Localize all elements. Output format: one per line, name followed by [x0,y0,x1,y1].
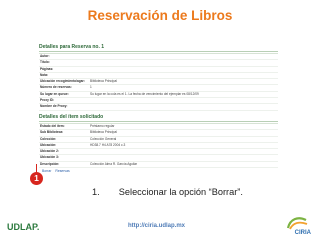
instruction-number: 1. [92,187,100,197]
instruction: 1. Seleccionar la opción “Borrar”. [92,187,243,197]
detail-row: Descripción: Colección Alma R. García Agu… [39,162,278,169]
footer: UDLAP. http://ciria.udlap.mx CIRIA [0,217,320,240]
reservation-details-table: Autor: Título: Páginas: Nota: Ubicación … [39,53,278,111]
step-marker: 1 [30,172,43,185]
section-divider [39,51,278,52]
item-details-table: Estado del ítem: Préstamo regular Sub Bib… [39,123,278,169]
action-links: Borrar Reservas [42,169,73,173]
udlap-logo: UDLAP. [7,222,40,232]
reservations-link[interactable]: Reservas [55,169,69,173]
item-details-title: Detalles del ítem solicitado [39,114,104,120]
catalog-screenshot: Detalles para Reserva no. 1 Autor: Títul… [36,42,282,176]
footer-url[interactable]: http://ciria.udlap.mx [128,223,185,229]
ciria-logo-text: CIRIA [294,230,311,236]
slide-title: Reservación de Libros [87,8,233,23]
detail-row: Nombre de Proxy: [39,104,278,111]
section-divider [39,121,278,122]
reservation-details-title: Detalles para Reserva no. 1 [39,44,105,50]
delete-link[interactable]: Borrar [42,169,51,173]
instruction-text: Seleccionar la opción “Borrar”. [118,187,243,197]
